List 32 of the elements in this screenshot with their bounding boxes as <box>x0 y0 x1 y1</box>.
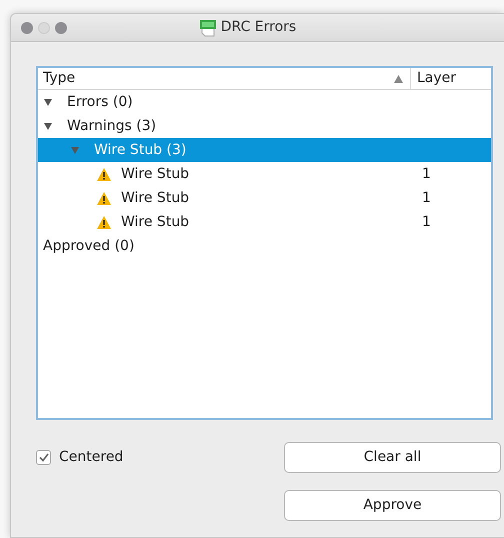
action-button[interactable]: Approve <box>284 490 501 521</box>
window-title: DRC Errors <box>220 18 296 37</box>
warning-icon <box>97 192 111 204</box>
tree-row[interactable]: Wire Stub 1 <box>38 162 491 186</box>
tree-item-label: Wire Stub <box>121 188 190 208</box>
warning-icon <box>97 216 111 228</box>
warning-icon <box>97 168 111 180</box>
checkbox[interactable] <box>36 450 51 465</box>
disclosure-triangle-icon[interactable] <box>43 97 53 107</box>
tree-row[interactable]: Approved (0) <box>38 234 491 258</box>
layer-cell-text: 1 <box>422 188 431 208</box>
zoom-button[interactable] <box>55 22 67 34</box>
tree-row[interactable]: Warnings (3) <box>38 114 491 138</box>
layer-cell-text: 1 <box>422 164 431 184</box>
close-button[interactable] <box>21 22 33 34</box>
tree-item-label: Errors (0) <box>67 92 133 112</box>
app-icon <box>198 18 217 36</box>
checkbox-label[interactable]: Centered <box>59 447 124 468</box>
column-header[interactable]: Type <box>43 68 76 89</box>
tree-row[interactable]: Errors (0) <box>38 90 491 114</box>
sort-icon[interactable] <box>394 74 403 82</box>
tree-row[interactable]: Wire Stub 1 <box>38 186 491 210</box>
column-header[interactable]: Layer <box>417 68 456 89</box>
layer-cell-text: 1 <box>422 212 431 232</box>
action-button[interactable]: Clear all <box>284 442 501 473</box>
tree-item-label: Wire Stub <box>121 212 190 232</box>
tree-item-label: Wire Stub <box>121 164 190 184</box>
tree-item-label: Wire Stub (3) <box>94 140 186 160</box>
disclosure-triangle-icon[interactable] <box>43 121 53 131</box>
tree-item-label: Approved (0) <box>43 236 134 256</box>
tree-item-label: Warnings (3) <box>67 116 156 136</box>
tree-row[interactable]: Wire Stub 1 <box>38 210 491 234</box>
